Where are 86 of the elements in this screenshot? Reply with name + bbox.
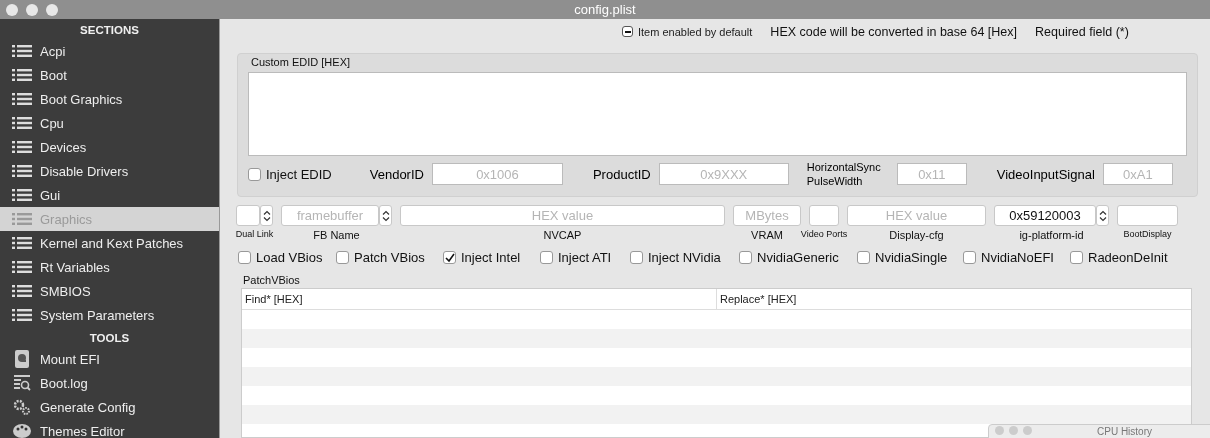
sidebar-item[interactable]: Gui [0,183,219,207]
sidebar-item[interactable]: System Parameters [0,303,219,327]
list-icon [12,188,32,202]
sidebar-item[interactable]: Mount EFI [0,347,219,371]
stepper-button[interactable] [379,205,392,226]
window-title: CPU History [1097,426,1152,437]
list-icon [12,212,32,226]
sidebar-item[interactable]: Rt Variables [0,255,219,279]
hex-note: HEX code will be converted in base 64 [Hex] [770,24,1018,39]
field-caption: Display-cfg [889,229,944,241]
field-label: VideoInputSignal [996,166,1095,182]
option-checkbox[interactable]: Inject ATI [540,250,630,265]
sidebar-item[interactable]: Kernel and Kext Patches [0,231,219,255]
sidebar-item[interactable]: Cpu [0,111,219,135]
panel-title: PatchVBios [242,274,301,288]
input-field[interactable]: 0xA1 [1102,163,1173,185]
table-row[interactable] [242,367,1191,386]
field-caption: BootDisplay [1123,229,1172,239]
field-caption: FB Name [313,229,360,241]
list-icon [12,308,32,322]
minimize-button[interactable] [26,3,38,16]
inject-edid-checkbox[interactable]: Inject EDID [248,166,332,182]
input-field[interactable]: MBytes [733,205,801,226]
sidebar-item[interactable]: Generate Config [0,395,219,419]
input-field[interactable] [236,205,260,226]
sidebar-item[interactable]: Disable Drivers [0,159,219,183]
field-caption: ig-platform-id [1019,229,1084,241]
panel-title: Custom EDID [HEX] [250,55,352,70]
field-caption: NVCAP [543,229,582,241]
option-checkbox[interactable]: NvidiaGeneric [739,250,857,265]
input-field[interactable] [809,205,839,226]
required-note: Required field (*) [1035,24,1129,39]
input-field[interactable]: framebuffer [281,205,379,226]
list-icon [12,236,32,250]
list-icon [12,44,32,58]
input-field[interactable]: HEX value [400,205,725,226]
checkmark-icon [444,252,455,263]
stepper-button[interactable] [1096,205,1109,226]
option-checkbox[interactable]: Load VBios [238,250,336,265]
input-field[interactable]: 0x11 [896,163,967,185]
field-caption: VRAM [751,229,783,241]
list-icon [12,284,32,298]
sidebar-item[interactable]: Devices [0,135,219,159]
field-label: VendorID [369,166,424,182]
option-checkbox[interactable]: RadeonDeInit [1070,250,1180,265]
section-heading: TOOLS [88,331,131,346]
option-checkbox[interactable]: Patch VBios [336,250,443,265]
window-title: config.plist [574,2,636,17]
table-row[interactable] [242,405,1191,424]
sidebar-item[interactable]: Boot [0,63,219,87]
option-checkbox[interactable]: Inject Intel [443,250,540,265]
window-buttons-icon[interactable] [995,426,1032,435]
close-button[interactable] [6,3,18,16]
input-field[interactable]: 0x1006 [431,163,563,185]
gears-icon [12,398,32,416]
legend-text: Item enabled by default [638,25,753,38]
list-icon [12,116,32,130]
log-search-icon [12,374,32,392]
zoom-button[interactable] [46,3,58,16]
input-field[interactable]: 0x9XXX [658,163,789,185]
field-label: ProductID [592,166,651,182]
sidebar-item[interactable]: Boot.log [0,371,219,395]
input-field[interactable]: 0x59120003 [994,205,1096,226]
section-heading: SECTIONS [79,23,140,38]
list-icon [12,92,32,106]
column-header[interactable]: Replace* [HEX] [716,289,1191,309]
table-row[interactable] [242,329,1191,348]
sidebar-item[interactable]: Acpi [0,39,219,63]
input-field[interactable]: HEX value [847,205,986,226]
list-icon [12,164,32,178]
option-checkbox[interactable]: Inject NVidia [630,250,739,265]
sidebar-item[interactable]: SMBIOS [0,279,219,303]
option-checkbox[interactable]: NvidiaSingle [857,250,963,265]
list-icon [12,140,32,154]
sidebar-item[interactable]: Boot Graphics [0,87,219,111]
list-icon [12,260,32,274]
list-icon [12,68,32,82]
sidebar-item[interactable]: Themes Editor [0,419,219,438]
field-caption: Dual Link [235,229,274,239]
edid-text-area[interactable] [248,72,1187,156]
column-header[interactable]: Find* [HEX] [242,289,716,309]
stepper-button[interactable] [260,205,273,226]
option-checkbox[interactable]: NvidiaNoEFI [963,250,1070,265]
input-field[interactable] [1117,205,1178,226]
field-caption: Video Ports [800,229,848,239]
field-label: HorizontalSync PulseWidth [806,160,882,188]
